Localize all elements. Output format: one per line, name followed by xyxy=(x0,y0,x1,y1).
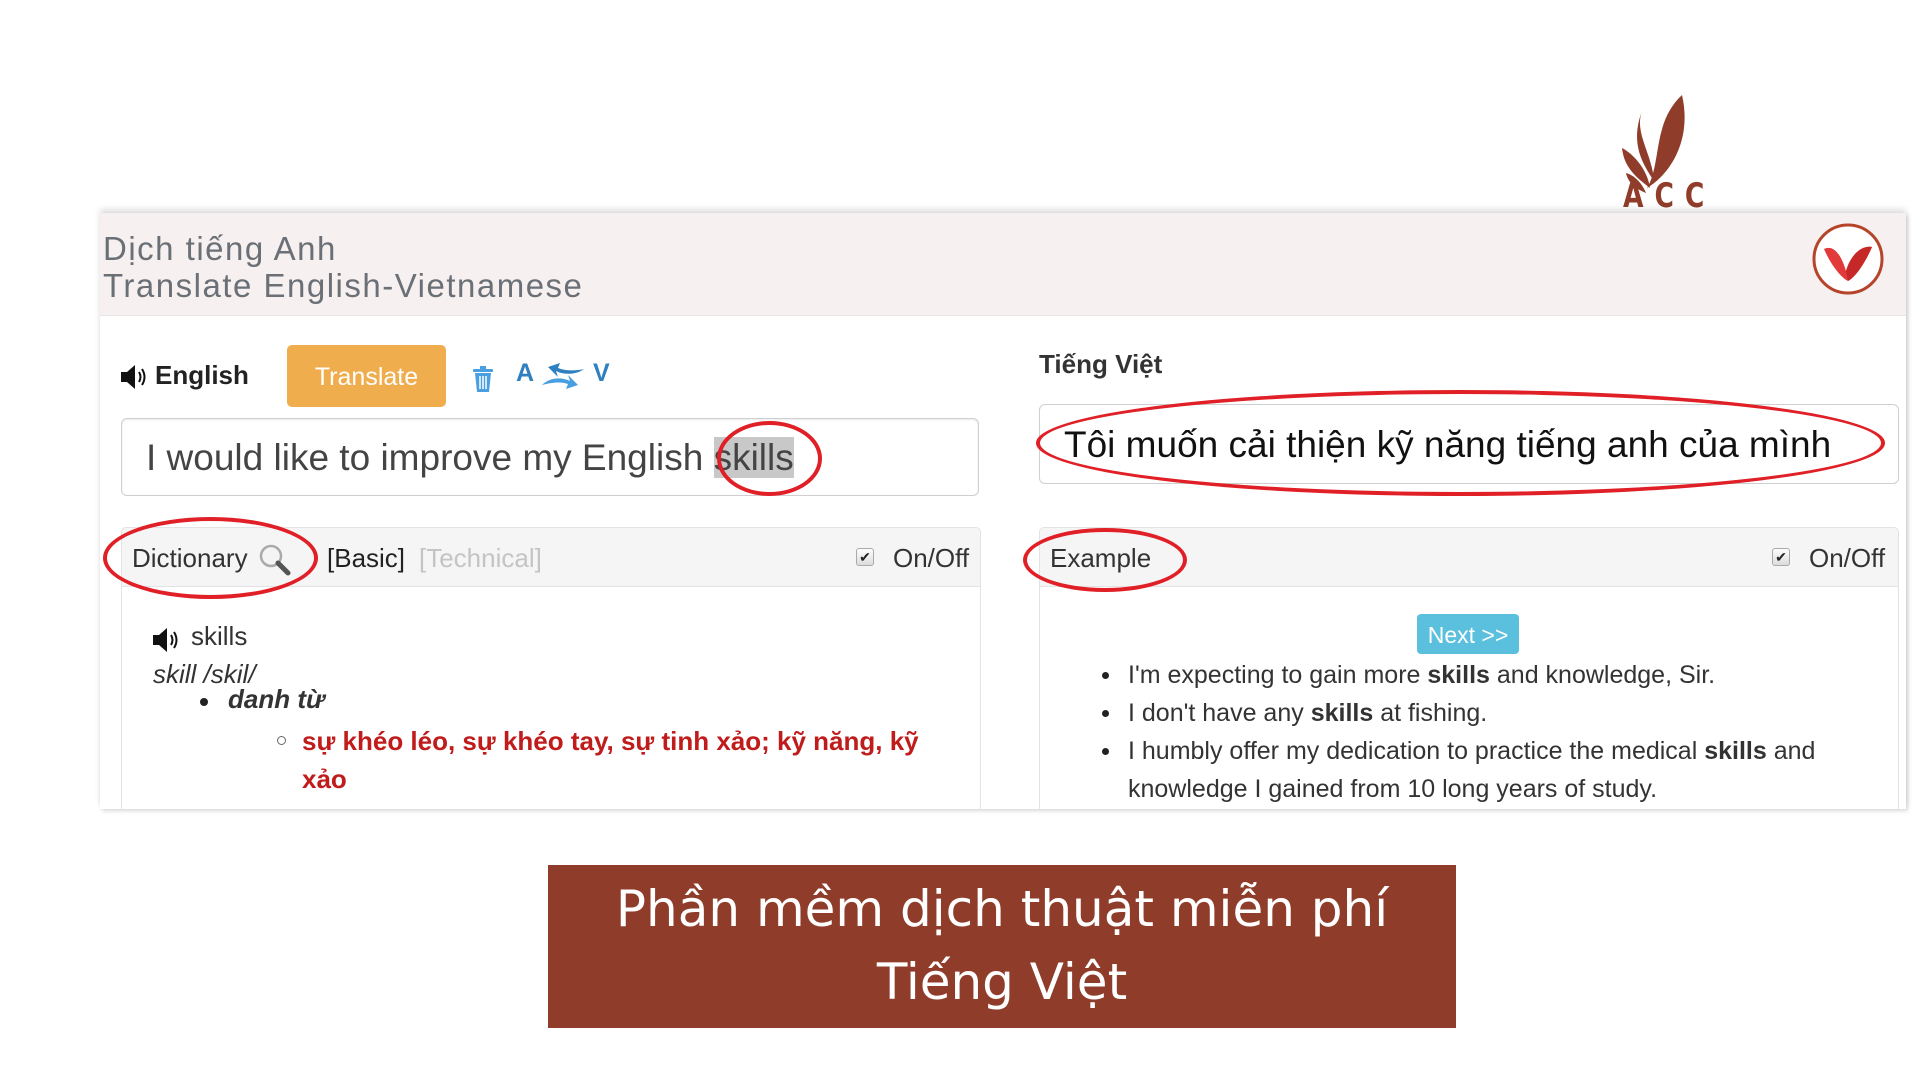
dictionary-toggle-label: On/Off xyxy=(893,543,970,573)
swap-from-label: A xyxy=(516,359,535,387)
dictionary-bar: Dictionary [Basic] [Technical] ✔ On/Off xyxy=(121,527,981,587)
panel-header: Dịch tiếng Anh Translate English-Vietnam… xyxy=(100,213,1906,316)
dictionary-toggle-checkbox[interactable]: ✔ xyxy=(856,548,874,566)
caption-line-2: Tiếng Việt xyxy=(876,953,1128,1011)
speaker-icon[interactable] xyxy=(151,626,181,654)
target-language-label: Tiếng Việt xyxy=(1039,349,1163,379)
example-text: I humbly offer my dedication to practice… xyxy=(1128,737,1705,765)
example-item: I'm expecting to gain more skills and kn… xyxy=(1100,656,1870,694)
acc-logo-text: ACC xyxy=(1623,176,1716,216)
example-keyword: skills xyxy=(1427,661,1490,689)
example-keyword: skills xyxy=(1310,699,1374,727)
caption-banner: Phần mềm dịch thuật miễn phí Tiếng Việt xyxy=(548,865,1456,1028)
example-text: at fishing. xyxy=(1373,699,1488,727)
example-item: I humbly offer my dedication to practice… xyxy=(1100,732,1870,808)
next-example-button[interactable]: Next >> xyxy=(1417,614,1519,654)
tab-technical[interactable]: [Technical] xyxy=(419,543,542,574)
example-item: I don't have any skills at fishing. xyxy=(1100,694,1870,732)
dictionary-word: skills xyxy=(191,621,248,651)
tab-basic[interactable]: [Basic] xyxy=(327,543,405,574)
swap-to-label: V xyxy=(593,359,610,387)
translator-panel: Dịch tiếng Anh Translate English-Vietnam… xyxy=(100,213,1906,809)
app-title-vi: Dịch tiếng Anh xyxy=(103,230,337,267)
speaker-icon[interactable] xyxy=(119,363,149,391)
source-text-input[interactable]: I would like to improve my English skill… xyxy=(121,418,979,496)
input-text: I would like to improve my English xyxy=(146,437,714,478)
example-text: I'm expecting to gain more xyxy=(1128,661,1428,689)
swap-arrows-icon xyxy=(542,363,584,389)
example-text: I don't have any xyxy=(1128,699,1311,727)
dictionary-label: Dictionary xyxy=(132,543,248,573)
dictionary-content: skills skill /skil/ danh từ sự khéo léo,… xyxy=(121,586,981,809)
example-bar: Example ✔ On/Off xyxy=(1039,527,1899,587)
bullet-icon xyxy=(200,698,208,706)
caption-line-1: Phần mềm dịch thuật miễn phí xyxy=(615,880,1389,938)
circle-bullet-icon xyxy=(277,736,286,745)
translation-output[interactable]: Tôi muốn cải thiện kỹ năng tiếng anh của… xyxy=(1039,404,1899,484)
source-language-label: English xyxy=(155,360,249,390)
example-content: Next >> I'm expecting to gain more skill… xyxy=(1039,586,1899,809)
example-list: I'm expecting to gain more skills and kn… xyxy=(1100,656,1870,808)
example-keyword: skills xyxy=(1704,737,1767,765)
selected-word[interactable]: skills xyxy=(713,437,794,478)
translate-button[interactable]: Translate xyxy=(287,345,446,407)
trash-icon[interactable] xyxy=(472,365,494,393)
magnifier-icon[interactable] xyxy=(258,543,292,577)
dictionary-definition: sự khéo léo, sự khéo tay, sự tinh xảo; k… xyxy=(302,726,919,794)
v-logo-icon[interactable] xyxy=(1810,221,1886,297)
part-of-speech: danh từ xyxy=(228,684,325,714)
example-text: and knowledge, Sir. xyxy=(1489,661,1716,689)
example-label: Example xyxy=(1050,543,1152,573)
example-toggle-checkbox[interactable]: ✔ xyxy=(1772,548,1790,566)
app-title-en: Translate English-Vietnamese xyxy=(103,267,584,304)
example-toggle-label: On/Off xyxy=(1809,543,1886,573)
